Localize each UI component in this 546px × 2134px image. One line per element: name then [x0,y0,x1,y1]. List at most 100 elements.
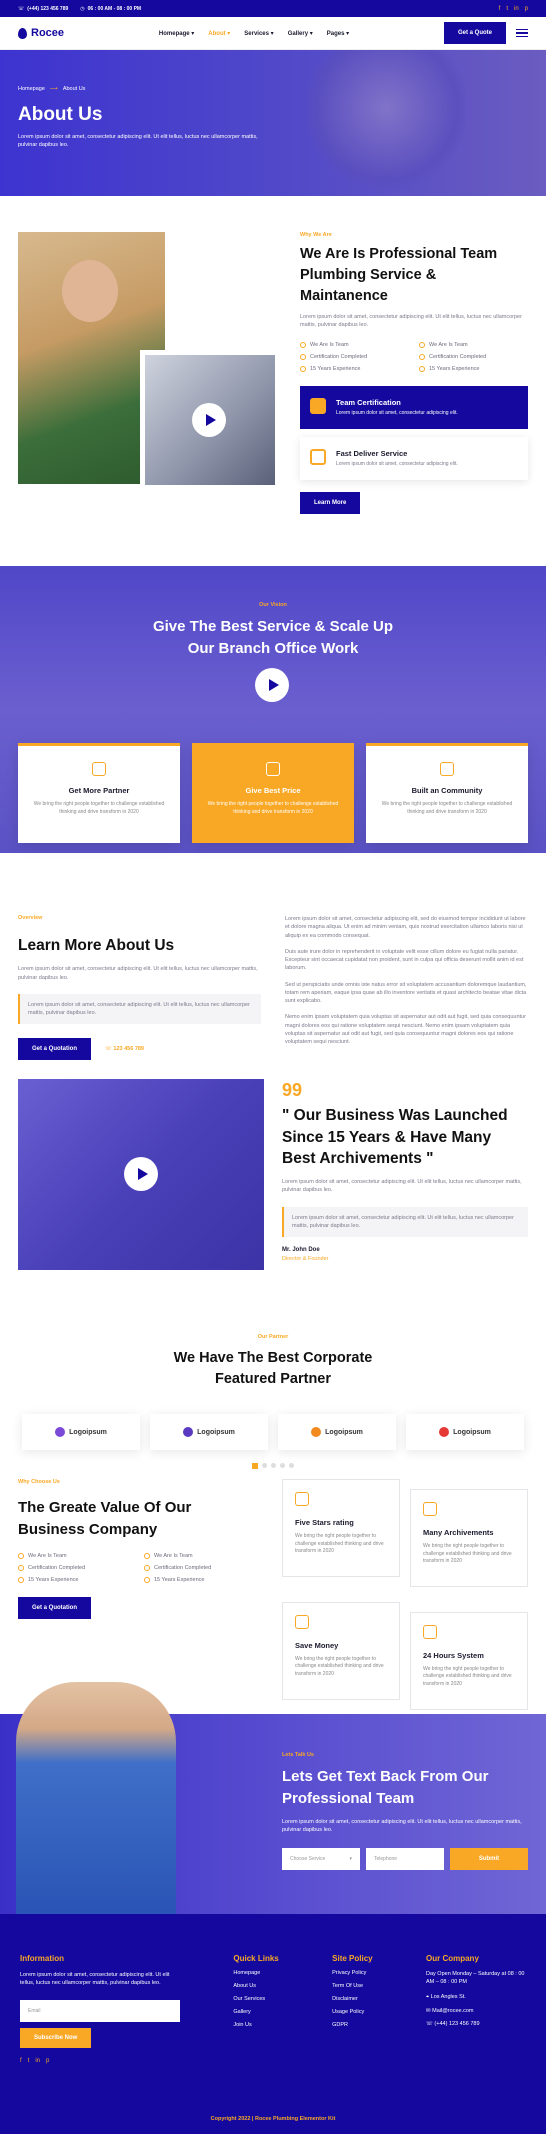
partner-logo[interactable]: Logoipsum [278,1414,396,1451]
feature-card: Five Stars rating We bring the right peo… [282,1479,400,1577]
quote-mark-icon: 99 [282,1080,303,1100]
learn-kicker: Overview [18,915,43,921]
service-select[interactable]: Choose Service ▾ [282,1848,360,1870]
card-title: Many Archivements [423,1528,494,1537]
nav-item-homepage[interactable]: Homepage ▾ [159,30,194,37]
check-circle-icon [419,341,425,348]
feature-card: 24 Hours System We bring the right peopl… [410,1611,528,1710]
learn-paragraphs: Lorem ipsum dolor sit amet, consectetur … [285,915,528,1079]
about-title: We Are Is Professional Team Plumbing Ser… [300,246,498,305]
card-title: Five Stars rating [295,1518,354,1527]
check-circle-icon [144,1576,150,1583]
footer-policy: Site Policy Privacy Policy Term Of Use D… [332,1954,372,2064]
site-footer: Information Lorem ipsum dolor sit amet, … [0,1914,546,2134]
play-icon[interactable] [255,668,289,702]
get-quotation-button[interactable]: Get a Quotation [18,1038,91,1061]
check-circle-icon [18,1576,24,1583]
learn-title: Learn More About Us [18,937,175,954]
why-title: The Greate Value Of Our Business Company [18,1499,192,1538]
footer-link[interactable]: GDPR [332,2022,372,2028]
nav-item-services[interactable]: Services ▾ [244,30,273,37]
footer-link[interactable]: Term Of Use [332,1983,372,1989]
facebook-icon[interactable]: f [499,6,501,12]
partner-kicker: Our Partner [257,1334,289,1340]
email-link[interactable]: ✉ Mail@rocee.com [426,2008,526,2014]
address: ⌖ Los Angles St. [426,1993,466,2000]
author-role: Director & Founder [282,1256,329,1263]
footer-link[interactable]: Disclaimer [332,1996,372,2002]
partner-logo[interactable]: Logoipsum [406,1414,524,1451]
check-item: We Are Is Team [300,341,409,348]
facebook-icon[interactable]: f [20,2058,22,2064]
breadcrumb-home[interactable]: Homepage [18,86,45,92]
nav-item-gallery[interactable]: Gallery ▾ [288,30,313,37]
vision-kicker: Our Vision [259,602,287,608]
partner-logo[interactable]: Logoipsum [150,1414,268,1451]
logo-icon [55,1427,66,1438]
contact-form: Choose Service ▾ Telephone Submit [282,1848,528,1870]
twitter-icon[interactable]: t [28,2058,30,2064]
topbar-phone: ☏ (+44) 123 456 789 [18,5,69,12]
footer-heading: Information [20,1954,64,1963]
certificate-icon [310,397,326,414]
subscribe-button[interactable]: Subscribe Now [20,2027,92,2048]
footer-link[interactable]: Join Us [233,2022,278,2028]
footer-link[interactable]: Our Services [233,1996,278,2002]
partner-icon [92,762,106,776]
why-section: Why Choose Us The Greate Value Of Our Bu… [0,1459,546,1714]
footer-link[interactable]: Privacy Policy [332,1970,372,1976]
copyright: Copyright 2022 | Rocee Plumbing Elemento… [210,2116,336,2122]
brand-logo[interactable]: Rocee [18,27,64,39]
worker-photo [16,1682,176,1914]
phone-link[interactable]: ☏ 123 456 789 [105,1046,144,1052]
location-icon: ⌖ [426,1993,430,2000]
phone-icon: ☏ [426,2020,433,2027]
get-quote-button[interactable]: Get a Quote [443,22,506,44]
linkedin-icon[interactable]: in [35,2058,40,2064]
card-title: Save Money [295,1640,339,1650]
footer-link[interactable]: Gallery [233,2009,278,2015]
get-quotation-button[interactable]: Get a Quotation [18,1596,91,1619]
telephone-input[interactable]: Telephone [366,1848,444,1870]
nav-item-about[interactable]: About ▾ [208,30,230,37]
price-tag-icon [266,762,280,776]
linkedin-icon[interactable]: in [514,6,519,12]
team-video-photo [18,1079,264,1270]
hamburger-menu-icon[interactable] [516,28,528,38]
partner-logo[interactable]: Logoipsum [22,1414,140,1451]
card-text: We bring the right people together to ch… [423,1543,512,1564]
topbar-hours: ◷ 06 : 00 AM - 08 : 00 PM [80,5,142,12]
check-item: 15 Years Experience [300,365,409,372]
check-item: 15 Years Experience [419,365,528,372]
footer-link[interactable]: Usage Policy [332,2009,372,2015]
service-cards: Get More Partner We bring the right peop… [0,743,546,883]
play-icon[interactable] [192,403,226,437]
check-item: 15 Years Experience [18,1576,134,1583]
learn-quote: Lorem ipsum dolor sit amet, consectetur … [18,993,261,1025]
phone-link[interactable]: ☏ (+44) 123 456 789 [426,2021,526,2027]
footer-heading: Our Company [426,1954,479,1963]
main-nav: Rocee Homepage ▾ About ▾ Services ▾ Gall… [0,17,546,50]
nav-item-pages[interactable]: Pages ▾ [327,30,349,37]
logo-icon [311,1427,322,1438]
pinterest-icon[interactable]: p [46,2058,49,2064]
pinterest-icon[interactable]: p [525,6,528,12]
play-icon[interactable] [124,1157,158,1191]
email-input[interactable]: Email [20,1999,180,2022]
trophy-icon [423,1502,437,1516]
about-checklist: We Are Is Team We Are Is Team Certificat… [300,341,528,372]
paragraph: Lorem ipsum dolor sit amet, consectetur … [285,916,526,939]
footer-link[interactable]: About Us [233,1983,278,1989]
card-title: Give Best Price [245,786,301,795]
breadcrumb-current: About Us [62,86,86,92]
footer-link[interactable]: Homepage [233,1970,278,1976]
vision-title: Give The Best Service & Scale Up Our Bra… [152,618,394,657]
author-name: Mr. John Doe [282,1247,320,1254]
learn-more-button[interactable]: Learn More [300,491,361,514]
partner-section: Our Partner We Have The Best Corporate F… [0,1304,546,1470]
twitter-icon[interactable]: t [506,6,508,12]
topbar-social: f t in p [499,6,528,12]
delivery-icon [310,448,326,465]
submit-button[interactable]: Submit [450,1848,528,1870]
star-rating-icon [295,1492,309,1506]
